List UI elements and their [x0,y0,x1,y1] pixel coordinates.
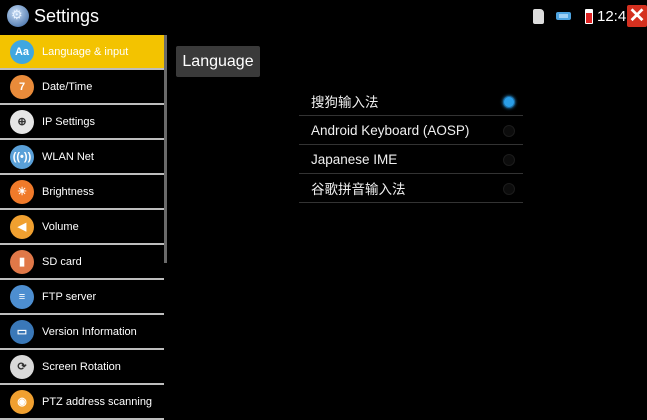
input-method-option[interactable]: Android Keyboard (AOSP) [299,116,523,145]
sidebar-item-label: PTZ address scanning [42,395,153,408]
input-method-option[interactable]: Japanese IME [299,145,523,174]
input-method-option[interactable]: 搜狗输入法 [299,87,523,116]
sidebar-item[interactable]: ◀ Volume [0,210,164,245]
title-bar: ⚙ Settings 12:41 ✕ [0,0,647,33]
language-icon: Aa [10,39,34,64]
settings-gear-icon: ⚙ [7,5,29,27]
sidebar-item-label: SD card [42,255,82,268]
input-method-label: 搜狗输入法 [311,95,379,110]
globe-icon: ⊕ [10,109,34,134]
sidebar-item[interactable]: ▭ Version Information [0,315,164,350]
sidebar-item-label: Language & input [42,45,129,58]
sidebar-item-label: FTP server [42,290,97,303]
settings-sidebar: Aa Language & input 7 Date/Time ⊕ IP Settings… [0,35,164,420]
input-method-option[interactable]: 谷歌拼音输入法 [299,174,523,203]
speaker-icon: ◀ [10,214,34,239]
sidebar-item-label: WLAN Net [42,150,94,163]
sd-card-status-icon [533,9,544,24]
close-button[interactable]: ✕ [627,5,647,27]
sidebar-item[interactable]: Aa Language & input [0,35,164,70]
radio-button[interactable] [503,154,515,166]
sidebar-item-label: Volume [42,220,79,233]
input-method-label: Japanese IME [311,151,398,167]
app-title: Settings [34,6,100,26]
radio-button[interactable] [503,125,515,137]
sidebar-item[interactable]: ⟳ Screen Rotation [0,350,164,385]
radio-button[interactable] [503,183,515,195]
calendar-icon: 7 [10,74,34,99]
sidebar-scrollbar[interactable] [164,35,167,263]
rotation-icon: ⟳ [10,354,34,379]
ptz-camera-icon: ◉ [10,389,34,414]
sidebar-item-label: Version Information [42,325,137,338]
sidebar-item[interactable]: ≡ FTP server [0,280,164,315]
network-status-icon [556,12,571,20]
sidebar-item[interactable]: ▮ SD card [0,245,164,280]
input-method-label: 谷歌拼音输入法 [311,182,406,197]
language-section-button[interactable]: Language [176,46,260,77]
sidebar-item-label: Date/Time [42,80,93,93]
radio-button[interactable] [503,96,515,108]
wifi-antenna-icon: ((•)) [10,144,34,169]
sidebar-item[interactable]: ◉ PTZ address scanning [0,385,164,420]
sidebar-item-label: Brightness [42,185,94,198]
battery-icon [585,9,593,24]
sidebar-item-label: IP Settings [42,115,95,128]
sidebar-item-label: Screen Rotation [42,360,121,373]
sd-card-icon: ▮ [10,249,34,274]
input-method-list: 搜狗输入法 Android Keyboard (AOSP) Japanese IME… [299,87,523,203]
server-icon: ≡ [10,284,34,309]
sun-icon: ☀ [10,179,34,204]
sidebar-item[interactable]: 7 Date/Time [0,70,164,105]
sidebar-item[interactable]: ((•)) WLAN Net [0,140,164,175]
input-method-label: Android Keyboard (AOSP) [311,122,470,138]
sidebar-item[interactable]: ☀ Brightness [0,175,164,210]
monitor-icon: ▭ [10,319,34,344]
sidebar-item[interactable]: ⊕ IP Settings [0,105,164,140]
